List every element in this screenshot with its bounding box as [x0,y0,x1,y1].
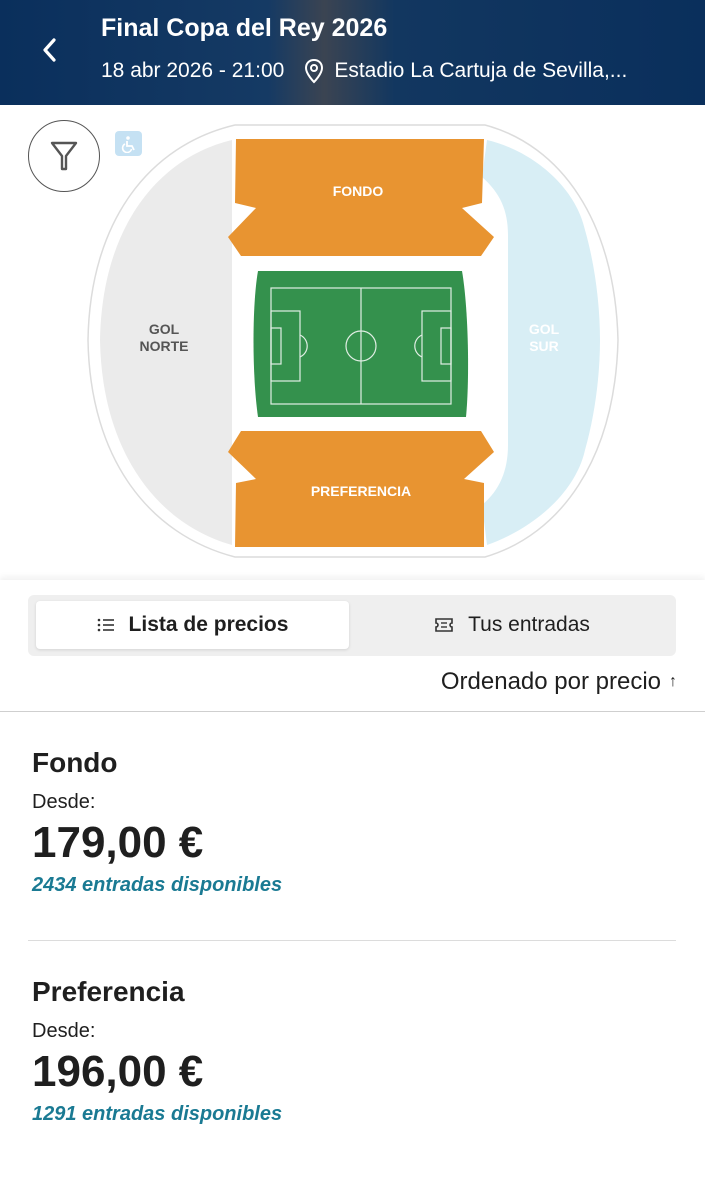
tab-your-tickets-label: Tus entradas [468,613,590,636]
sector-label-gol-norte[interactable]: GOL NORTE [124,321,204,355]
sort-arrow-icon: ↑ [669,673,677,690]
price-item-name: Preferencia [32,976,185,1007]
back-button[interactable] [28,28,72,72]
event-header: Final Copa del Rey 2026 18 abr 2026 - 21… [0,0,705,105]
event-subline: 18 abr 2026 - 21:00 Estadio La Cartuja d… [101,58,664,84]
sector-label-fondo[interactable]: FONDO [310,183,406,200]
price-item-amount: 179,00 € [32,818,204,867]
gol-sur-line-1: GOL [528,321,560,337]
event-title: Final Copa del Rey 2026 [101,14,388,42]
gol-sur-line-2: SUR [529,338,559,354]
price-item-amount: 196,00 € [32,1047,204,1096]
price-item-name: Fondo [32,747,118,778]
price-item-from-label: Desde: [32,1020,96,1042]
sort-label: Ordenado por precio [440,668,661,695]
stadium-svg [87,124,619,558]
price-item-from-label: Desde: [32,791,96,813]
event-venue: Estadio La Cartuja de Sevilla,... [334,59,628,82]
price-item-availability: 1291 entradas disponibles [32,1103,283,1125]
wheelchair-accessibility-icon[interactable] [115,131,142,156]
tab-price-list[interactable]: Lista de precios [36,601,349,649]
filter-button[interactable] [28,120,100,192]
sector-label-gol-sur[interactable]: GOL SUR [514,321,574,355]
gol-norte-line-1: GOL [148,321,180,337]
stadium-map: FONDO PREFERENCIA GOL NORTE GOL SUR [0,105,705,580]
divider [28,940,676,941]
price-panel: Lista de precios Tus entradas Ordenado p… [0,580,705,1200]
list-icon [97,618,115,632]
divider [0,711,705,712]
event-datetime: 18 abr 2026 - 21:00 [101,59,285,82]
ticket-icon [434,617,454,633]
tab-your-tickets[interactable]: Tus entradas [353,601,671,649]
price-item-fondo[interactable]: Fondo Desde: 179,00 € 2434 entradas disp… [32,747,677,897]
price-item-preferencia[interactable]: Preferencia Desde: 196,00 € 1291 entrada… [32,976,677,1126]
sector-label-preferencia[interactable]: PREFERENCIA [295,483,427,500]
price-item-availability: 2434 entradas disponibles [32,874,283,896]
location-pin-icon [304,58,324,84]
gol-norte-line-2: NORTE [139,338,189,354]
tab-price-list-label: Lista de precios [128,613,289,636]
chevron-left-icon [43,38,56,62]
filter-icon [50,141,78,171]
sort-control[interactable]: Ordenado por precio ↑ [441,668,677,696]
view-tabs: Lista de precios Tus entradas [28,595,676,656]
